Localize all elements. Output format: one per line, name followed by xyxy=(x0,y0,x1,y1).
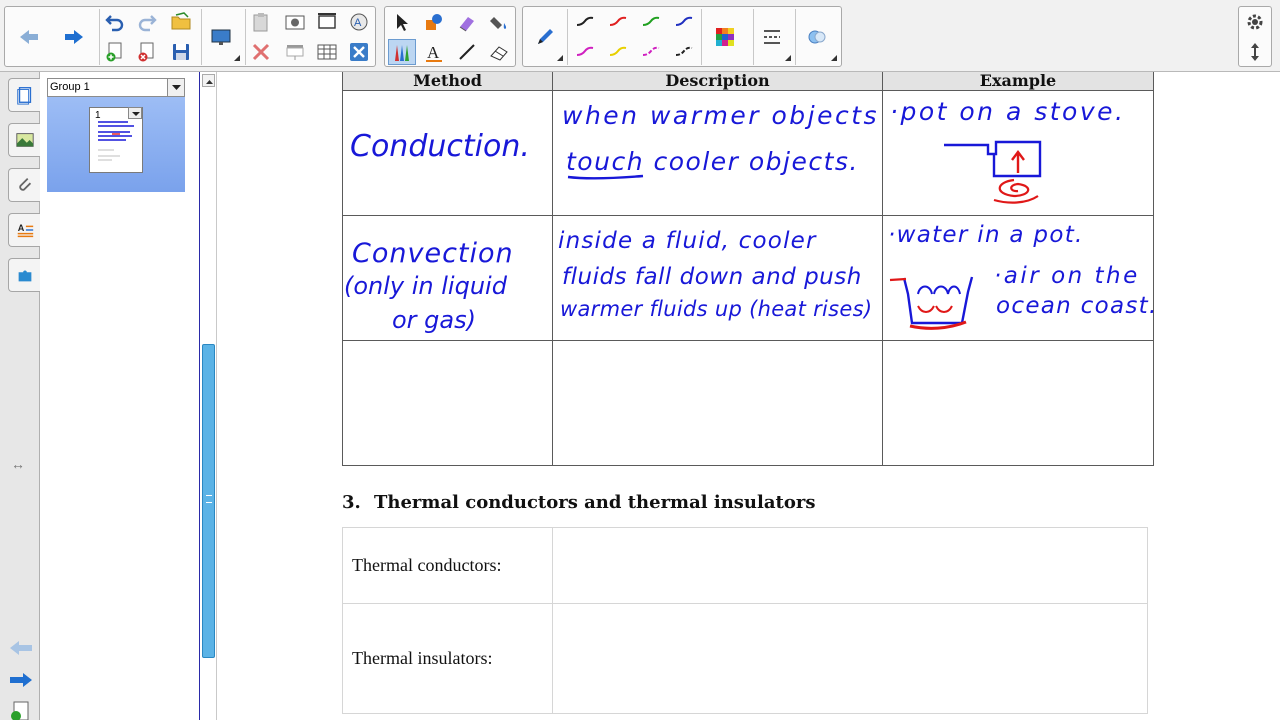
close-ink-icon[interactable] xyxy=(345,39,373,65)
screen-display-icon[interactable] xyxy=(207,24,235,50)
move-toolbar-icon[interactable] xyxy=(1241,39,1269,65)
gallery-icon[interactable] xyxy=(8,123,40,157)
forward-arrow-icon[interactable] xyxy=(60,24,88,50)
pen-color-swatch[interactable] xyxy=(637,9,665,35)
svg-text:A: A xyxy=(354,17,362,29)
thumbnail-preview xyxy=(98,121,134,161)
column-header-example: Example xyxy=(882,72,1154,91)
full-screen-icon[interactable] xyxy=(313,9,341,35)
handwriting-recognition-icon[interactable]: A xyxy=(345,9,373,35)
toolbar-group-file: A xyxy=(4,6,376,67)
screen-shade-icon[interactable] xyxy=(281,39,309,65)
add-ons-icon[interactable] xyxy=(8,258,40,292)
section-number: 3. xyxy=(342,492,361,513)
line-icon[interactable] xyxy=(453,39,481,65)
pen-color-swatch[interactable] xyxy=(637,39,665,65)
group-select-value: Group 1 xyxy=(50,81,90,93)
camera-icon[interactable] xyxy=(281,9,309,35)
select-arrow-icon[interactable] xyxy=(388,9,416,35)
chevron-down-icon[interactable] xyxy=(167,79,184,96)
page-thumbnail-selected[interactable]: 1 xyxy=(47,97,185,192)
section-title: Thermal conductors and thermal insulator… xyxy=(374,492,816,513)
add-page-icon[interactable] xyxy=(101,39,129,65)
fill-effects-icon[interactable] xyxy=(803,24,831,50)
main-toolbar: A A xyxy=(0,0,1280,72)
line-style-icon[interactable] xyxy=(758,24,786,50)
svg-text:A: A xyxy=(17,223,24,233)
delete-page-icon[interactable] xyxy=(133,39,161,65)
text-icon[interactable]: A xyxy=(420,39,448,65)
scroll-grip-icon xyxy=(206,495,212,503)
magic-pen-icon[interactable] xyxy=(453,9,481,35)
pen-color-swatch[interactable] xyxy=(670,39,698,65)
scroll-up-icon[interactable] xyxy=(202,74,215,87)
row-value-insulators[interactable] xyxy=(552,603,1148,714)
column-header-method: Method xyxy=(342,72,553,91)
shapes-icon[interactable] xyxy=(420,9,448,35)
scroll-thumb[interactable] xyxy=(202,344,215,658)
toolbar-group-pens xyxy=(522,6,842,67)
table-header-row: Method Description Example xyxy=(342,72,1154,91)
paste-icon[interactable] xyxy=(247,9,275,35)
fill-icon[interactable] xyxy=(485,9,513,35)
row-value-conductors[interactable] xyxy=(552,527,1148,604)
back-arrow-icon[interactable] xyxy=(15,24,43,50)
table-row xyxy=(342,90,1154,216)
row-label-insulators: Thermal insulators: xyxy=(342,603,553,714)
whiteboard-canvas[interactable]: Method Description Example Conduction. w… xyxy=(218,72,1280,720)
table-icon[interactable] xyxy=(313,39,341,65)
open-folder-icon[interactable] xyxy=(167,9,195,35)
pen-tool-icon[interactable] xyxy=(531,24,559,50)
row-label-conductors: Thermal conductors: xyxy=(342,527,553,604)
group-select[interactable]: Group 1 xyxy=(47,78,185,97)
side-tab-bar: A ↔ xyxy=(0,72,40,721)
pens-icon[interactable] xyxy=(388,39,416,65)
undo-icon[interactable] xyxy=(101,9,129,35)
pen-color-swatch[interactable] xyxy=(604,9,632,35)
page-thumbnail[interactable]: 1 xyxy=(89,107,143,173)
toolbar-group-tools: A xyxy=(384,6,516,67)
page-sorter-icon[interactable] xyxy=(8,78,40,112)
forward-arrow-icon[interactable] xyxy=(8,670,34,690)
heat-transfer-table: Method Description Example xyxy=(342,72,1154,466)
conductors-insulators-table: Thermal conductors: Thermal insulators: xyxy=(342,527,1148,714)
eraser-icon[interactable] xyxy=(485,39,513,65)
color-palette-icon[interactable] xyxy=(711,24,739,50)
svg-text:A: A xyxy=(427,43,440,62)
redo-icon[interactable] xyxy=(133,9,161,35)
pen-color-swatch[interactable] xyxy=(670,9,698,35)
page-scrollbar[interactable] xyxy=(200,72,217,720)
properties-icon[interactable]: A xyxy=(8,213,40,247)
table-row: Thermal conductors: xyxy=(342,527,1148,604)
table-row xyxy=(342,340,1154,466)
save-icon[interactable] xyxy=(167,39,195,65)
section-heading: 3. Thermal conductors and thermal insulat… xyxy=(342,492,815,513)
pen-color-swatch[interactable] xyxy=(571,39,599,65)
delete-x-icon[interactable] xyxy=(247,39,275,65)
table-row: Thermal insulators: xyxy=(342,603,1148,714)
attachments-icon[interactable] xyxy=(8,168,40,202)
toolbar-group-settings xyxy=(1238,6,1272,67)
pen-color-swatch[interactable] xyxy=(571,9,599,35)
resize-handle-icon[interactable]: ↔ xyxy=(11,456,25,472)
add-page-icon[interactable] xyxy=(8,700,32,721)
pen-color-swatch[interactable] xyxy=(604,39,632,65)
back-arrow-icon[interactable] xyxy=(8,638,34,658)
column-header-description: Description xyxy=(552,72,883,91)
gear-icon[interactable] xyxy=(1241,9,1269,35)
table-row xyxy=(342,215,1154,341)
